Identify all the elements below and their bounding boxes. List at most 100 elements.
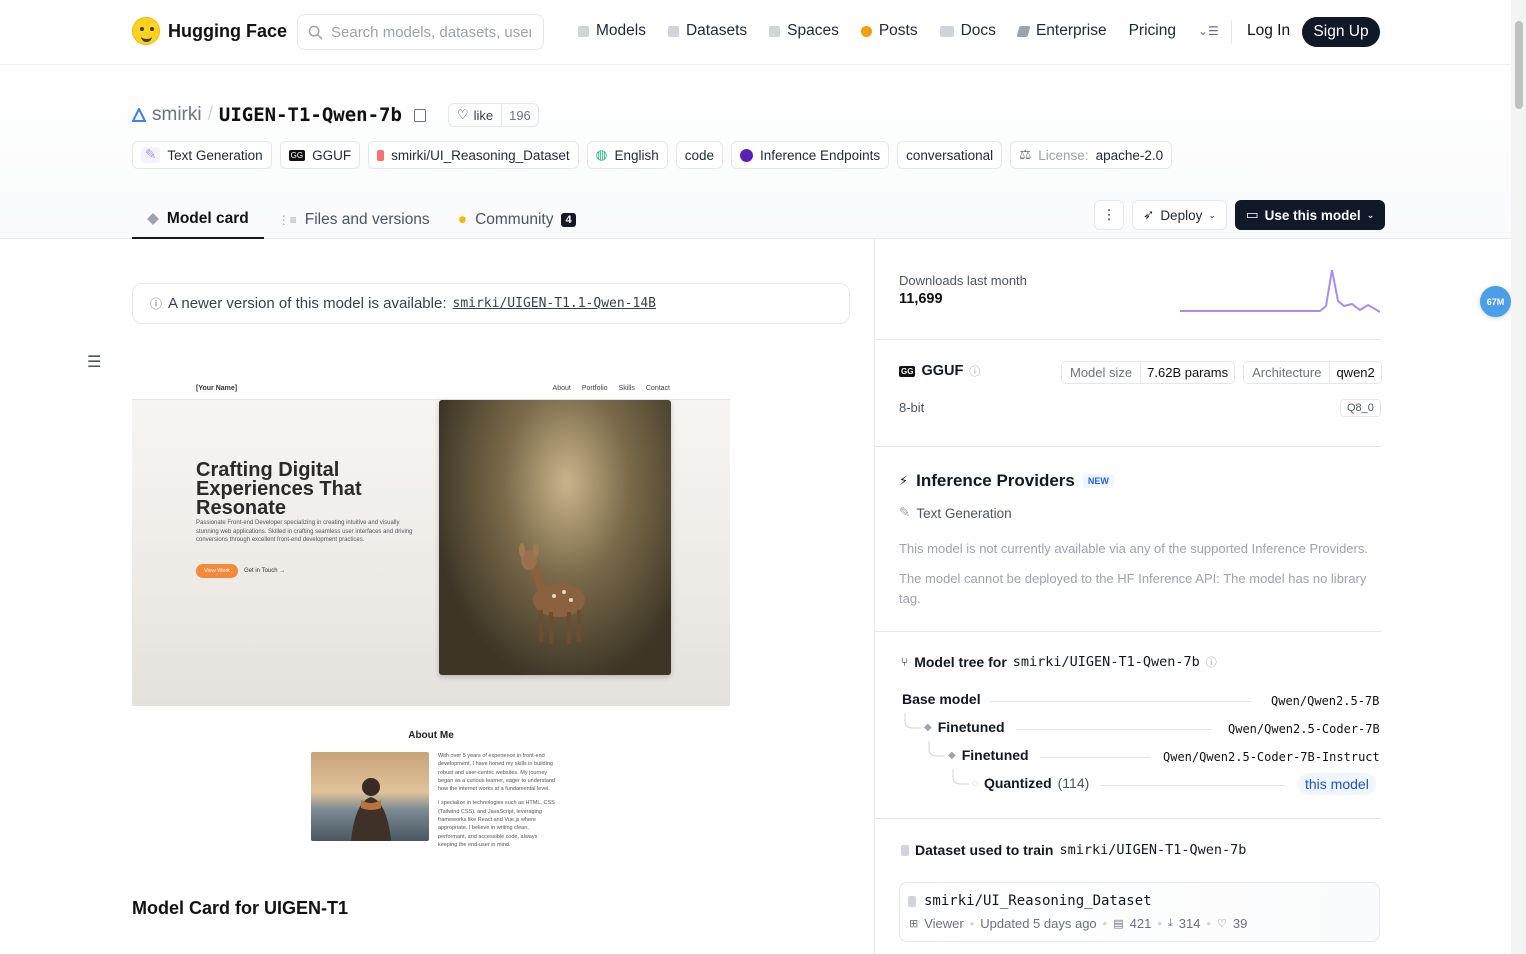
rows-count: 421 <box>1129 916 1152 931</box>
separator-dot: • <box>1157 916 1162 931</box>
deploy-label: Deploy <box>1160 207 1203 223</box>
downloads-sparkline <box>1180 269 1380 313</box>
toc-menu-icon[interactable]: ☰ <box>87 352 101 372</box>
login-link[interactable]: Log In <box>1247 22 1290 40</box>
info-icon[interactable]: ⓘ <box>1206 654 1217 670</box>
signup-button[interactable]: Sign Up <box>1302 17 1380 47</box>
model-card-icon: ◆ <box>147 210 159 227</box>
nav-pricing[interactable]: Pricing <box>1129 22 1176 40</box>
gguf-icon: GG <box>899 365 916 377</box>
tab-community[interactable]: ● Community 4 <box>444 200 590 239</box>
nav-models[interactable]: Models <box>578 22 646 40</box>
nav-spaces-label: Spaces <box>787 22 839 39</box>
more-options-button[interactable]: ⋮ <box>1094 200 1124 230</box>
model-icon: ◆ <box>948 749 956 761</box>
dataset-icon <box>901 844 909 856</box>
example-output-image: [Your Name] About Portfolio Skills Conta… <box>132 381 730 706</box>
scroll-thumb[interactable] <box>1515 21 1523 109</box>
ds-title-label: Dataset used to train <box>915 842 1054 858</box>
inference-providers-heading: ⚡︎ Inference Providers NEW <box>899 471 1114 491</box>
community-count-badge: 4 <box>561 212 576 227</box>
brand-logo[interactable]: Hugging Face <box>132 17 287 45</box>
info-icon: ⓘ <box>150 297 163 311</box>
tree-finetuned-2: ◆ Finetuned <box>948 747 1029 763</box>
pill-value: qwen2 <box>1336 365 1375 380</box>
finetuned-1-link[interactable]: Qwen/Qwen2.5-Coder-7B <box>1228 722 1380 736</box>
search-input[interactable] <box>331 23 531 41</box>
copy-icon[interactable] <box>413 108 426 122</box>
nav-datasets[interactable]: Datasets <box>667 22 747 40</box>
download-icon: ⤓ <box>1167 917 1173 929</box>
deer-photo <box>439 400 671 675</box>
tree-icon: ⑂ <box>901 655 909 669</box>
tag-conversational[interactable]: conversational <box>897 141 1003 169</box>
dataset-name: smirki/UI_Reasoning_Dataset <box>924 893 1152 909</box>
updated-label: Updated 5 days ago <box>980 916 1097 931</box>
separator-dot: • <box>1102 916 1108 931</box>
repo-name[interactable]: UIGEN-T1-Qwen-7b <box>219 104 402 126</box>
search-box[interactable] <box>297 14 544 50</box>
preview-brand: [Your Name] <box>196 385 238 392</box>
like-button[interactable]: ♡ like 196 <box>447 103 539 127</box>
nav-spaces[interactable]: Spaces <box>769 22 839 40</box>
use-model-button[interactable]: ▭ Use this model ⌄ <box>1234 200 1386 230</box>
grid-icon: ⊞ <box>909 918 919 930</box>
tab-files[interactable]: ⋮≡ Files and versions <box>264 200 444 239</box>
tag-list: ✎ Text Generation GG GGUF smirki/UI_Reason… <box>132 141 1173 169</box>
tree-connector <box>1040 757 1150 758</box>
gguf-icon: GG <box>288 149 306 161</box>
deploy-button[interactable]: ➶ Deploy ⌄ <box>1132 200 1227 230</box>
tag-label: code <box>684 147 715 163</box>
slash: / <box>207 104 213 125</box>
org-avatar-icon <box>132 108 146 122</box>
nav-divider <box>1231 20 1232 44</box>
tag-code[interactable]: code <box>675 141 724 169</box>
tab-model-card[interactable]: ◆ Model card <box>132 200 264 239</box>
preview-link: Contact <box>645 385 670 392</box>
tree-finetuned-1: ◆ Finetuned <box>924 719 1005 735</box>
example-about-section: About Me With over 5 years of experience… <box>132 728 730 868</box>
ip-task-label: Text Generation <box>916 505 1012 521</box>
tag-label: smirki/UI_Reasoning_Dataset <box>391 147 570 163</box>
tag-text-generation[interactable]: ✎ Text Generation <box>132 141 272 169</box>
dataset-card[interactable]: smirki/UI_Reasoning_Dataset ⊞ Viewer • U… <box>899 882 1380 942</box>
tag-dataset[interactable]: smirki/UI_Reasoning_Dataset <box>368 141 579 169</box>
tag-english[interactable]: ◍ English <box>586 141 668 169</box>
deer-illustration <box>519 543 585 644</box>
community-icon: ● <box>457 210 468 228</box>
tree-label: Finetuned <box>961 747 1029 763</box>
quant-file-badge[interactable]: Q8_0 <box>1340 399 1381 417</box>
tag-label: English <box>614 147 659 163</box>
finetuned-2-link[interactable]: Qwen/Qwen2.5-Coder-7B-Instruct <box>1163 750 1380 764</box>
info-icon[interactable]: ⓘ <box>969 363 980 379</box>
preview-link: About <box>552 385 571 392</box>
tag-inference-endpoints[interactable]: Inference Endpoints <box>731 141 890 169</box>
more-menu-icon[interactable]: ⌄☰ <box>1198 24 1219 38</box>
new-badge: NEW <box>1082 474 1114 488</box>
tag-label: Text Generation <box>167 147 263 163</box>
scrollbar[interactable] <box>1511 0 1526 954</box>
tree-connector <box>990 701 1252 702</box>
newer-version-link[interactable]: smirki/UIGEN-T1.1-Qwen-14B <box>453 296 657 311</box>
newer-version-notice: ⓘ A newer version of this model is avail… <box>132 283 850 324</box>
tag-label: GGUF <box>312 147 352 163</box>
divider <box>875 818 1381 819</box>
downloads-label: Downloads last month <box>899 273 1027 288</box>
nav-docs[interactable]: Docs <box>939 22 996 40</box>
tag-gguf[interactable]: GG GGUF <box>279 141 361 169</box>
tree-label: Base model <box>902 691 981 707</box>
posts-icon <box>860 25 872 37</box>
nav-enterprise[interactable]: Enterprise <box>1016 22 1107 40</box>
divider <box>875 446 1381 447</box>
pill-key: Model size <box>1062 362 1142 383</box>
tag-label: Inference Endpoints <box>760 147 881 163</box>
floating-badge[interactable]: 67M <box>1480 286 1511 317</box>
base-model-link[interactable]: Qwen/Qwen2.5-7B <box>1271 694 1380 708</box>
quantized-count[interactable]: (114) <box>1058 775 1090 791</box>
license-icon: ⚖ <box>1019 147 1032 162</box>
nav-posts[interactable]: Posts <box>860 22 918 40</box>
repo-owner[interactable]: smirki <box>152 104 202 126</box>
tag-license[interactable]: ⚖ License: apache-2.0 <box>1010 141 1173 169</box>
models-icon <box>578 25 589 37</box>
tree-connector <box>1016 729 1212 730</box>
